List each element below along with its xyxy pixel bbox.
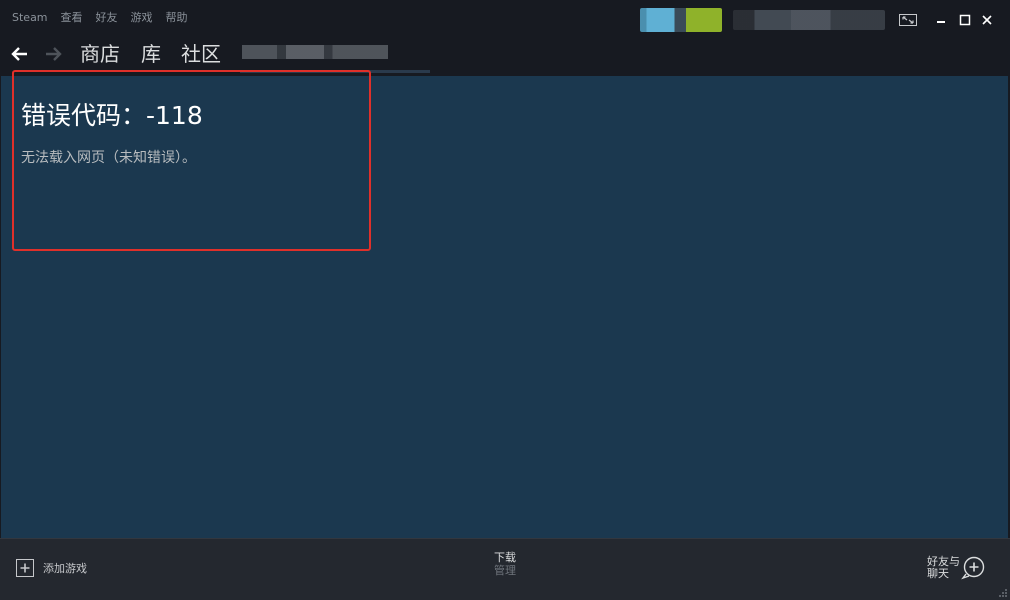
nav-profile[interactable]: [242, 45, 388, 59]
forward-button[interactable]: [42, 43, 64, 65]
plus-icon: [20, 563, 30, 573]
menu-item-games[interactable]: 游戏: [131, 11, 153, 25]
nav-community[interactable]: 社区: [181, 41, 221, 67]
menu-item-steam[interactable]: Steam: [12, 11, 48, 25]
nav-bar: 商店 库 社区: [0, 36, 1010, 74]
friends-chat-line2: 聊天: [927, 567, 949, 580]
close-icon: [982, 15, 992, 25]
close-button[interactable]: [978, 12, 996, 28]
downloads-label: 下载: [494, 551, 516, 564]
avatar[interactable]: [640, 8, 722, 32]
error-code-title: 错误代码：-118: [21, 101, 203, 130]
downloads-button[interactable]: 下载 管理: [470, 551, 540, 577]
add-game-label: 添加游戏: [43, 562, 87, 575]
minimize-icon: [937, 21, 945, 23]
account-name[interactable]: [733, 10, 885, 30]
footer-bar: 添加游戏 下载 管理 好友与 聊天: [0, 538, 1010, 600]
maximize-button[interactable]: [956, 12, 974, 28]
plus-circle-icon: [961, 556, 985, 580]
big-picture-icon: [899, 14, 917, 26]
arrow-left-icon: [11, 47, 27, 61]
back-button[interactable]: [9, 43, 31, 65]
nav-library[interactable]: 库: [141, 41, 161, 67]
menu-item-friends[interactable]: 好友: [96, 11, 118, 25]
steam-window: Steam 查看 好友 游戏 帮助 商店 库 社区 错误代码：-118 无法载入…: [0, 0, 1010, 600]
add-game-box: [16, 559, 34, 577]
nav-store[interactable]: 商店: [80, 41, 120, 67]
main-menu: Steam 查看 好友 游戏 帮助: [12, 11, 201, 25]
menu-bar: Steam 查看 好友 游戏 帮助: [0, 0, 1010, 36]
menu-item-view[interactable]: 查看: [61, 11, 83, 25]
big-picture-button[interactable]: [899, 12, 917, 28]
minimize-button[interactable]: [932, 12, 950, 28]
menu-item-help[interactable]: 帮助: [166, 11, 188, 25]
add-game-button[interactable]: 添加游戏: [16, 559, 87, 577]
friends-chat-label: 好友与 聊天: [927, 556, 961, 580]
downloads-manage-label: 管理: [494, 564, 516, 577]
maximize-icon: [959, 14, 971, 26]
resize-grip-icon[interactable]: [998, 588, 1008, 598]
arrow-right-icon: [46, 47, 62, 61]
error-message: 无法载入网页（未知错误）。: [21, 150, 196, 166]
friends-chat-button[interactable]: 好友与 聊天: [927, 556, 985, 580]
